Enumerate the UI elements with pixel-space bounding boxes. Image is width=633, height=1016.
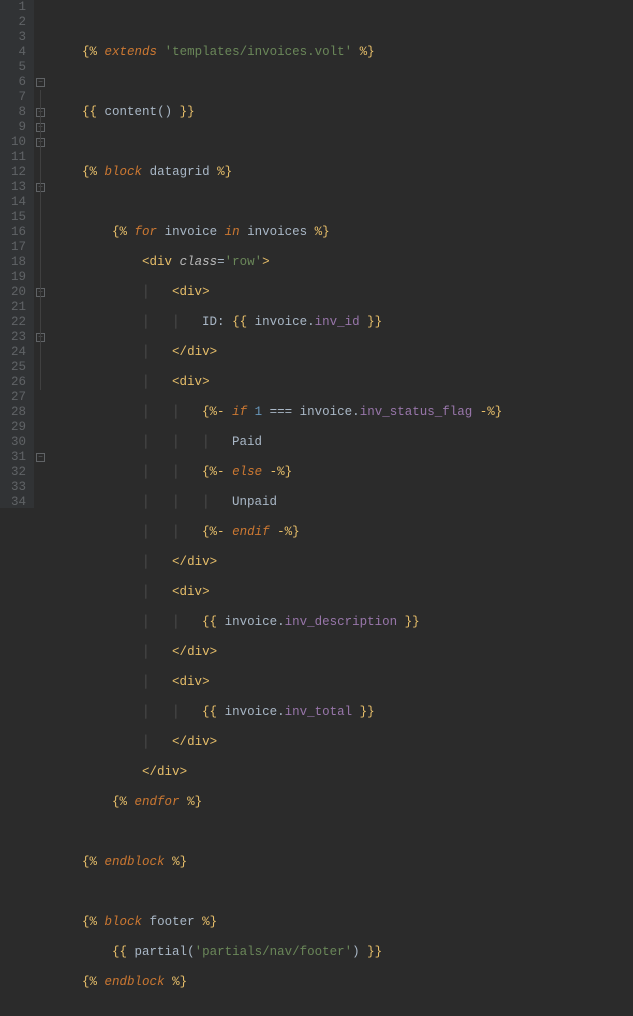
code-line[interactable]: │ <div>: [52, 675, 633, 690]
line-number: 27: [6, 390, 26, 405]
code-line[interactable]: [52, 75, 633, 90]
code-line[interactable]: │ │ {%- if 1 === invoice.inv_status_flag…: [52, 405, 633, 420]
code-line[interactable]: </div>: [52, 765, 633, 780]
code-editor[interactable]: 1 2 3 4 5 6 7 8 9 10 11 12 13 14 15 16 1…: [0, 0, 633, 508]
line-number: 19: [6, 270, 26, 285]
line-number: 10: [6, 135, 26, 150]
code-line[interactable]: [52, 15, 633, 30]
code-line[interactable]: {% endblock %}: [52, 975, 633, 990]
fold-toggle-icon[interactable]: −: [36, 453, 45, 462]
code-line[interactable]: │ │ ID: {{ invoice.inv_id }}: [52, 315, 633, 330]
code-area[interactable]: {% extends 'templates/invoices.volt' %} …: [48, 0, 633, 508]
line-number: 6: [6, 75, 26, 90]
code-line[interactable]: │ │ {{ invoice.inv_total }}: [52, 705, 633, 720]
line-number: 26: [6, 375, 26, 390]
line-number: 7: [6, 90, 26, 105]
code-line[interactable]: [52, 135, 633, 150]
code-line[interactable]: {% endblock %}: [52, 855, 633, 870]
line-number-gutter: 1 2 3 4 5 6 7 8 9 10 11 12 13 14 15 16 1…: [0, 0, 34, 508]
code-line[interactable]: [52, 1005, 633, 1016]
line-number: 13: [6, 180, 26, 195]
line-number: 12: [6, 165, 26, 180]
code-line[interactable]: │ │ {%- else -%}: [52, 465, 633, 480]
line-number: 31: [6, 450, 26, 465]
line-number: 11: [6, 150, 26, 165]
fold-gutter: − − − − − − − −: [34, 0, 48, 508]
line-number: 2: [6, 15, 26, 30]
line-number: 18: [6, 255, 26, 270]
line-number: 4: [6, 45, 26, 60]
line-number: 1: [6, 0, 26, 15]
line-number: 5: [6, 60, 26, 75]
line-number: 17: [6, 240, 26, 255]
code-line[interactable]: <div class='row'>: [52, 255, 633, 270]
code-line[interactable]: [52, 885, 633, 900]
code-line[interactable]: │ <div>: [52, 285, 633, 300]
code-line[interactable]: {% block footer %}: [52, 915, 633, 930]
code-line[interactable]: │ │ │ Paid: [52, 435, 633, 450]
code-line[interactable]: │ │ {{ invoice.inv_description }}: [52, 615, 633, 630]
line-number: 8: [6, 105, 26, 120]
code-line[interactable]: │ <div>: [52, 585, 633, 600]
code-line[interactable]: │ </div>: [52, 555, 633, 570]
line-number: 22: [6, 315, 26, 330]
code-line[interactable]: │ </div>: [52, 345, 633, 360]
code-line[interactable]: │ <div>: [52, 375, 633, 390]
code-line[interactable]: {% block datagrid %}: [52, 165, 633, 180]
line-number: 3: [6, 30, 26, 45]
line-number: 28: [6, 405, 26, 420]
code-line[interactable]: {% endfor %}: [52, 795, 633, 810]
line-number: 9: [6, 120, 26, 135]
code-line[interactable]: {% extends 'templates/invoices.volt' %}: [52, 45, 633, 60]
line-number: 14: [6, 195, 26, 210]
line-number: 25: [6, 360, 26, 375]
line-number: 20: [6, 285, 26, 300]
code-line[interactable]: │ </div>: [52, 735, 633, 750]
line-number: 24: [6, 345, 26, 360]
line-number: 23: [6, 330, 26, 345]
code-line[interactable]: {{ content() }}: [52, 105, 633, 120]
line-number: 16: [6, 225, 26, 240]
line-number: 32: [6, 465, 26, 480]
code-line[interactable]: │ </div>: [52, 645, 633, 660]
line-number: 30: [6, 435, 26, 450]
code-line[interactable]: {{ partial('partials/nav/footer') }}: [52, 945, 633, 960]
line-number: 29: [6, 420, 26, 435]
code-line[interactable]: [52, 825, 633, 840]
line-number: 21: [6, 300, 26, 315]
fold-toggle-icon[interactable]: −: [36, 78, 45, 87]
code-line[interactable]: [52, 195, 633, 210]
code-line[interactable]: │ │ {%- endif -%}: [52, 525, 633, 540]
line-number: 15: [6, 210, 26, 225]
line-number: 33: [6, 480, 26, 495]
code-line[interactable]: {% for invoice in invoices %}: [52, 225, 633, 240]
